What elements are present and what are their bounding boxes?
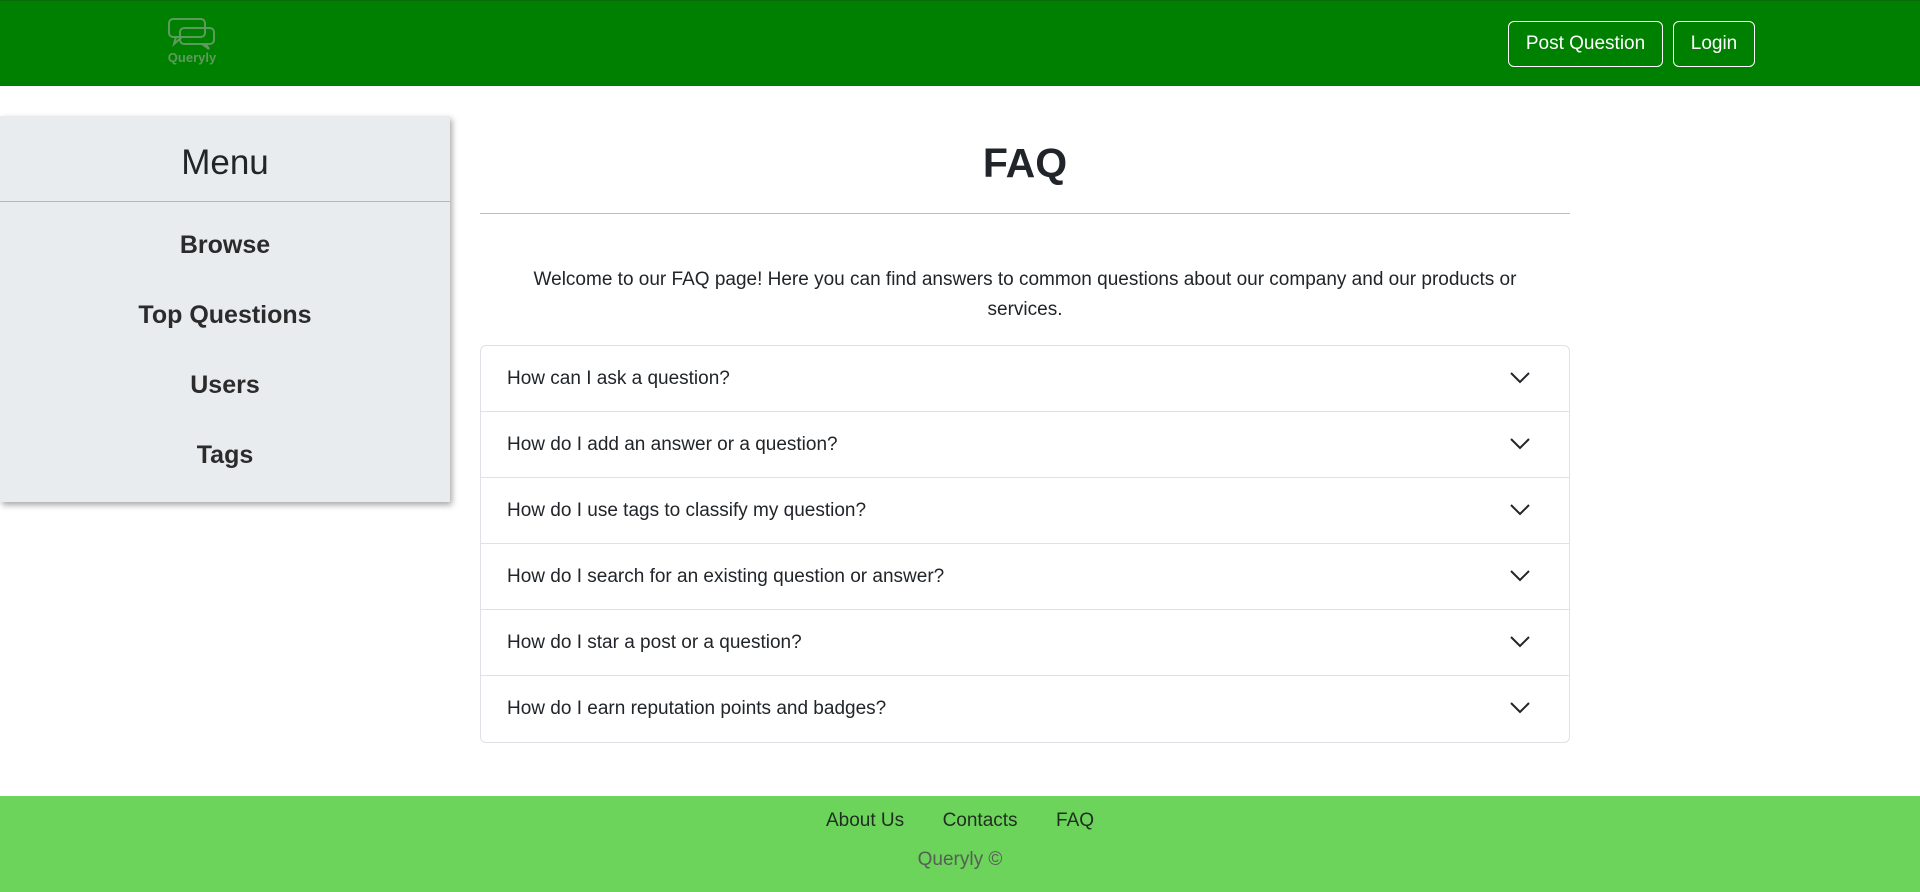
footer: About Us Contacts FAQ Queryly ©: [0, 796, 1920, 892]
sidebar-item-tags[interactable]: Tags: [0, 420, 450, 490]
faq-intro-text: Welcome to our FAQ page! Here you can fi…: [533, 269, 1517, 320]
post-question-button[interactable]: Post Question: [1508, 21, 1663, 67]
faq-question: How do I earn reputation points and badg…: [507, 698, 887, 719]
chevron-down-icon: [1510, 438, 1530, 450]
footer-link-faq[interactable]: FAQ: [1056, 810, 1094, 832]
top-navbar: Queryly Post Question Login: [0, 0, 1920, 86]
chevron-down-icon: [1510, 702, 1530, 714]
faq-question: How can I ask a question?: [507, 368, 730, 389]
login-button[interactable]: Login: [1673, 21, 1755, 67]
sidebar-item-users[interactable]: Users: [0, 350, 450, 420]
faq-item[interactable]: How do I search for an existing question…: [481, 544, 1569, 610]
chevron-down-icon: [1510, 570, 1530, 582]
page-title: FAQ: [982, 140, 1068, 186]
faq-question: How do I use tags to classify my questio…: [507, 500, 867, 521]
footer-link-contacts[interactable]: Contacts: [943, 810, 1018, 832]
chevron-down-icon: [1510, 504, 1530, 516]
menu-list: Browse Top Questions Users Tags: [0, 202, 450, 490]
footer-links: About Us Contacts FAQ: [0, 810, 1920, 832]
sidebar-item-browse[interactable]: Browse: [0, 210, 450, 280]
chat-bubbles-icon: [168, 18, 215, 50]
chevron-down-icon: [1510, 636, 1530, 648]
faq-item[interactable]: How do I use tags to classify my questio…: [481, 478, 1569, 544]
chevron-down-icon: [1510, 372, 1530, 384]
title-divider: [480, 213, 1570, 214]
logo-text: Queryly: [167, 50, 217, 65]
faq-accordion: How can I ask a question? How do I add a…: [480, 345, 1570, 743]
logo[interactable]: Queryly: [164, 17, 220, 71]
faq-item[interactable]: How do I star a post or a question?: [481, 610, 1569, 676]
faq-question: How do I search for an existing question…: [507, 566, 945, 587]
copyright-text: Queryly ©: [917, 849, 1003, 870]
faq-question: How do I add an answer or a question?: [507, 434, 838, 455]
menu-title: Menu: [0, 116, 450, 202]
sidebar-item-top-questions[interactable]: Top Questions: [0, 280, 450, 350]
faq-question: How do I star a post or a question?: [507, 632, 802, 653]
faq-item[interactable]: How can I ask a question?: [481, 346, 1569, 412]
faq-item[interactable]: How do I add an answer or a question?: [481, 412, 1569, 478]
sidebar-menu: Menu Browse Top Questions Users Tags: [0, 116, 450, 502]
faq-item[interactable]: How do I earn reputation points and badg…: [481, 676, 1569, 742]
footer-link-about-us[interactable]: About Us: [826, 810, 904, 832]
